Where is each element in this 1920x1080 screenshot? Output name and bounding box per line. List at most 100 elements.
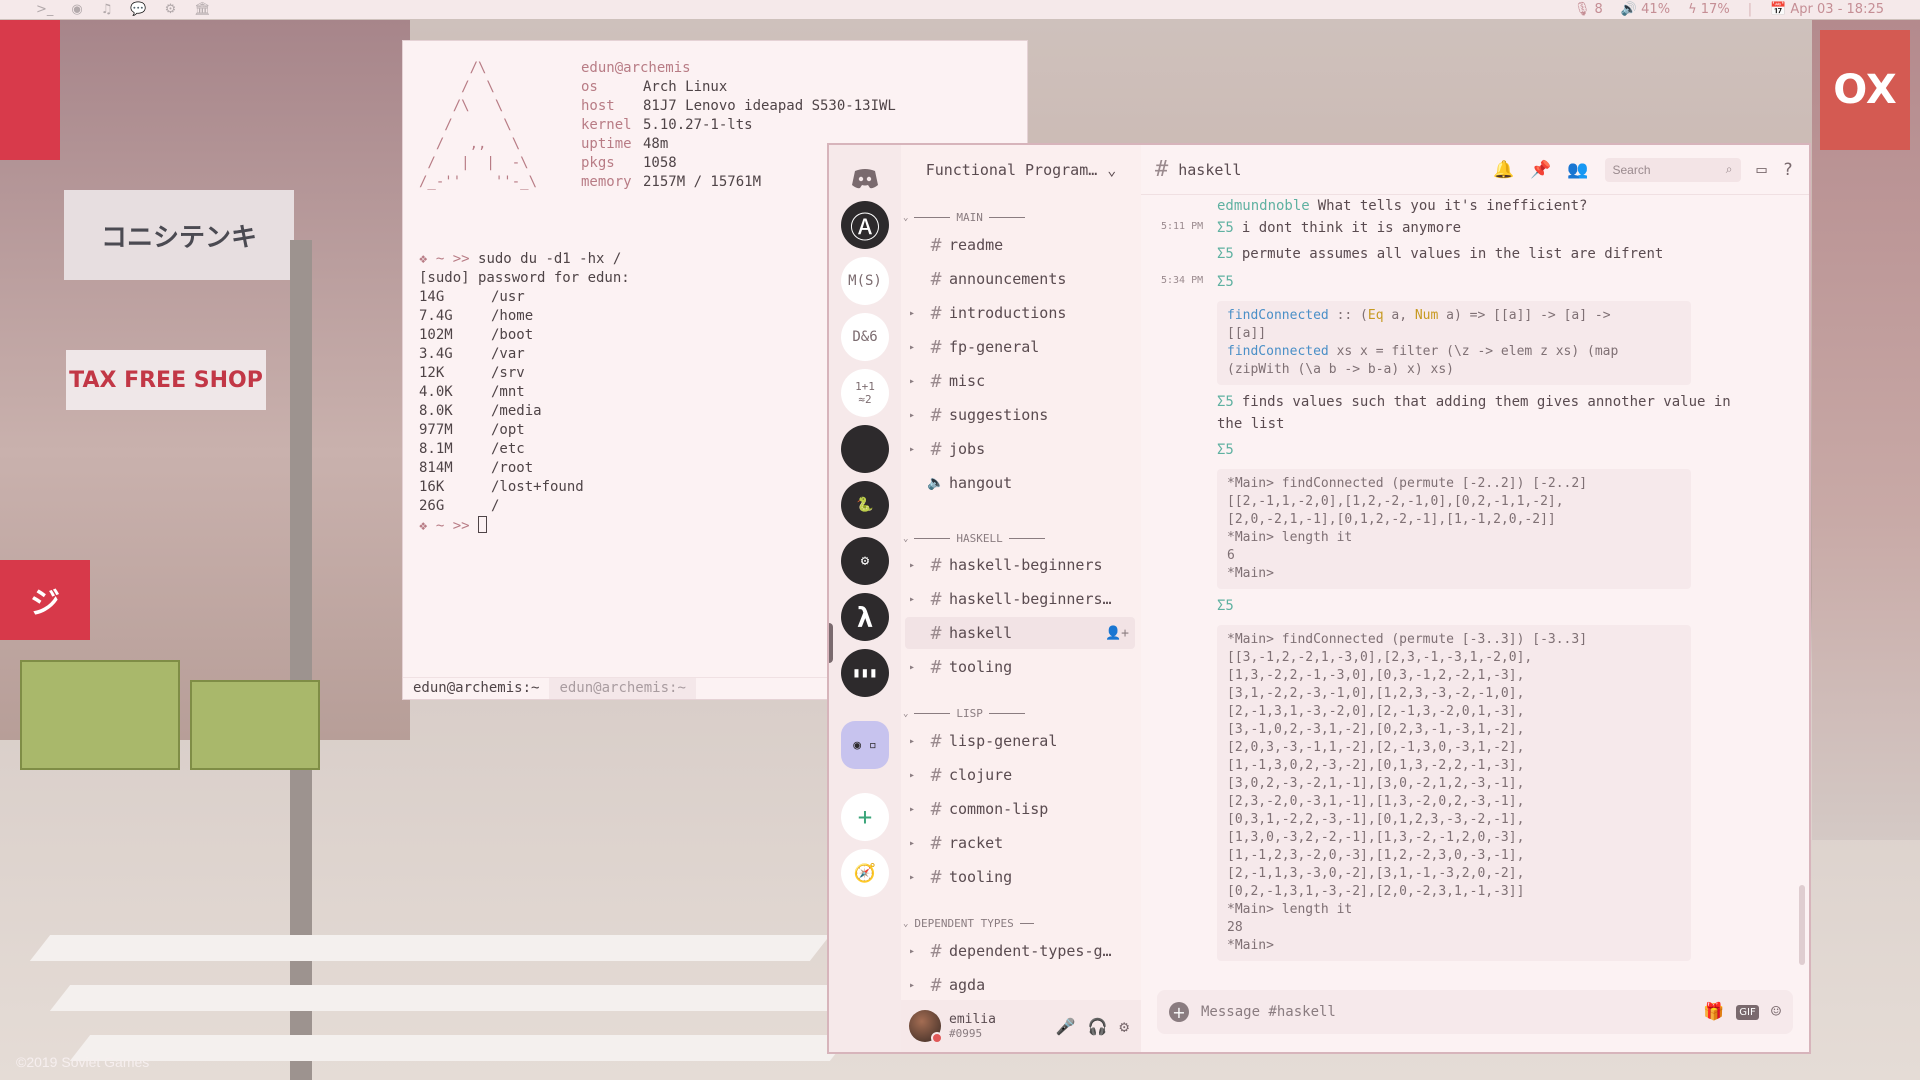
channel-fp-general[interactable]: ▸ # fp-general xyxy=(905,331,1135,363)
divider xyxy=(914,538,951,539)
avatar[interactable] xyxy=(909,1010,943,1044)
emoji-icon[interactable]: ☺ xyxy=(1771,1002,1781,1022)
konishi-sign: コニシテンキ xyxy=(64,190,294,280)
terminal-icon[interactable]: >_ xyxy=(36,2,53,17)
upload-plus-icon[interactable]: + xyxy=(1169,1002,1189,1022)
guild-ring[interactable] xyxy=(841,425,889,473)
code-token: Eq xyxy=(1367,308,1384,323)
inbox-icon[interactable]: ▭ xyxy=(1757,160,1767,180)
microphone-icon[interactable]: 🎤 xyxy=(1056,1017,1076,1036)
channel-hangout[interactable]: 🔈 hangout xyxy=(905,467,1135,499)
category-haskell[interactable]: ⌄ HASKELL xyxy=(901,532,1141,545)
du-size: 14G xyxy=(419,289,445,305)
settings-icon[interactable]: ⚙ xyxy=(165,2,177,17)
guild-python[interactable]: 🐍 xyxy=(841,481,889,529)
add-server-button[interactable]: + xyxy=(841,793,889,841)
terminal-tab[interactable]: edun@archemis:~ xyxy=(403,678,549,699)
channel-misc[interactable]: ▸ # misc xyxy=(905,365,1135,397)
guild-books[interactable]: ▮▮▮ xyxy=(841,649,889,697)
server-header[interactable]: Functional Program… ⌄ xyxy=(901,145,1141,195)
scrollbar[interactable] xyxy=(1799,885,1805,965)
du-path: /opt xyxy=(491,422,525,438)
gear-icon[interactable]: ⚙ xyxy=(1119,1017,1129,1036)
gift-icon[interactable]: 🎁 xyxy=(1703,1002,1724,1022)
channel-suggestions[interactable]: ▸ # suggestions xyxy=(905,399,1135,431)
gif-icon[interactable]: GIF xyxy=(1736,1004,1759,1020)
channel-haskell-beginners-m[interactable]: ▸ # haskell-beginners-m… xyxy=(905,583,1135,615)
channel-jobs[interactable]: ▸ # jobs xyxy=(905,433,1135,465)
du-size: 16K xyxy=(419,479,445,495)
tax-free-sign: TAX FREE SHOP xyxy=(66,350,266,410)
channel-tooling[interactable]: ▸ # tooling xyxy=(905,651,1135,683)
channel-haskell-beginners[interactable]: ▸ # haskell-beginners xyxy=(905,549,1135,581)
channel-readme[interactable]: # readme xyxy=(905,229,1135,261)
channel-common-lisp[interactable]: ▸ # common-lisp xyxy=(905,793,1135,825)
battery-icon: ϟ xyxy=(1688,2,1697,17)
help-icon[interactable]: ? xyxy=(1783,160,1793,180)
hash-icon: # xyxy=(930,302,942,324)
message-input[interactable]: Message #haskell xyxy=(1201,1004,1691,1020)
guild-label: Ⓐ xyxy=(850,211,880,246)
chevron-right-icon: ▸ xyxy=(908,803,916,815)
members-icon[interactable]: 👥 xyxy=(1567,160,1588,180)
firefox-icon[interactable]: ◉ xyxy=(71,2,82,17)
volume-indicator[interactable]: 🔊 41% xyxy=(1621,2,1670,17)
guild-d6[interactable]: D&6 xyxy=(841,313,889,361)
message-composer[interactable]: + Message #haskell 🎁 GIF ☺ xyxy=(1157,990,1793,1034)
category-label: MAIN xyxy=(956,211,983,224)
channel-tooling[interactable]: ▸ # tooling xyxy=(905,861,1135,893)
du-size: 8.0K xyxy=(419,403,453,419)
cursor xyxy=(478,516,488,533)
user-host: edun@archemis xyxy=(581,60,691,76)
guild-ms[interactable]: M(S) xyxy=(841,257,889,305)
guild-gear[interactable]: ⚙ xyxy=(841,537,889,585)
bell-icon[interactable]: 🔔 xyxy=(1493,160,1514,180)
hash-icon: # xyxy=(930,268,942,290)
speaker-icon: 🔈 xyxy=(927,475,945,491)
channel-racket[interactable]: ▸ # racket xyxy=(905,827,1135,859)
terminal-tab[interactable]: edun@archemis:~ xyxy=(549,678,696,699)
sigma-emoji: Σ5 xyxy=(1217,220,1234,236)
pin-icon[interactable]: 📌 xyxy=(1530,160,1551,180)
search-input[interactable]: Search ⌕ xyxy=(1604,157,1741,182)
channel-haskell[interactable]: # haskell 👤+ xyxy=(905,617,1135,649)
divider xyxy=(988,713,1025,714)
info-value: 5.10.27-1-lts xyxy=(643,117,753,133)
category-lisp[interactable]: ⌄ LISP xyxy=(901,707,1141,720)
battery-indicator[interactable]: ϟ 17% xyxy=(1688,2,1730,17)
bank-icon[interactable]: 🏛 xyxy=(194,2,211,17)
prompt: ❖ ~ >> xyxy=(419,518,470,534)
guild-avengers[interactable]: Ⓐ xyxy=(841,201,889,249)
channel-lisp-general[interactable]: ▸ # lisp-general xyxy=(905,725,1135,757)
chat-icon[interactable]: 💬 xyxy=(130,2,146,17)
channel-agda[interactable]: ▸ # agda xyxy=(905,969,1135,1001)
discord-home-button[interactable] xyxy=(841,155,889,203)
guild-math[interactable]: 1+1 ≈2 xyxy=(841,369,889,417)
hash-icon: # xyxy=(930,622,942,644)
guild-folder[interactable]: ◉ ▫ xyxy=(841,721,889,769)
headphones-icon[interactable]: 🎧 xyxy=(1087,1017,1107,1036)
channel-announcements[interactable]: # announcements xyxy=(905,263,1135,295)
channel-introductions[interactable]: ▸ # introductions xyxy=(905,297,1135,329)
hash-icon: # xyxy=(930,588,942,610)
channel-dependent-types-gen[interactable]: ▸ # dependent-types-gen… xyxy=(905,935,1135,967)
guild-label: 1+1 ≈2 xyxy=(855,380,875,406)
channel-label: haskell xyxy=(949,624,1013,642)
channel-clojure[interactable]: ▸ # clojure xyxy=(905,759,1135,791)
music-icon[interactable]: ♫ xyxy=(101,2,113,17)
code-block: *Main> findConnected (permute [-2..2]) [… xyxy=(1217,469,1691,589)
clock[interactable]: 📅 Apr 03 - 18:25 xyxy=(1770,2,1884,17)
category-main[interactable]: ⌄ MAIN xyxy=(901,211,1141,224)
category-dependent[interactable]: ⌄ DEPENDENT TYPES xyxy=(901,917,1141,930)
explore-servers-button[interactable]: 🧭 xyxy=(841,849,889,897)
guild-lambda[interactable]: λ xyxy=(841,593,889,641)
invite-icon[interactable]: 👤+ xyxy=(1105,626,1129,641)
wallpaper-copyright: ©2019 Soviet Games xyxy=(16,1054,150,1070)
hash-icon: # xyxy=(930,832,942,854)
info-value: 1058 xyxy=(643,155,677,171)
selected-server-indicator xyxy=(829,623,833,663)
channel-label: hangout xyxy=(949,474,1013,492)
du-size: 7.4G xyxy=(419,308,453,324)
mic-indicator[interactable]: 🎙 8 xyxy=(1574,2,1603,17)
message-author[interactable]: edmundnoble xyxy=(1217,198,1310,214)
